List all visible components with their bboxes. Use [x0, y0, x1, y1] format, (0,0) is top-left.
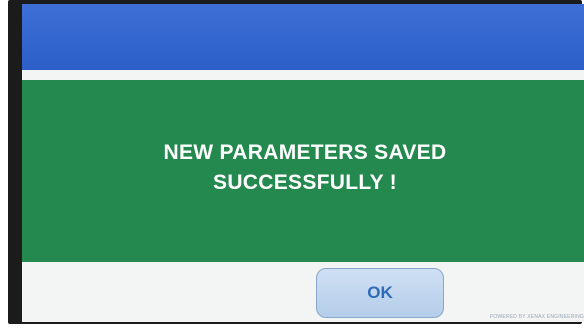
- message-panel: NEW PARAMETERS SAVED SUCCESSFULLY !: [22, 80, 584, 262]
- message-line-1: NEW PARAMETERS SAVED: [163, 141, 447, 164]
- message-text: NEW PARAMETERS SAVED SUCCESSFULLY !: [164, 138, 447, 198]
- header-bar: [22, 4, 584, 70]
- powered-by-label: POWERED BY XENAX ENGINEERING: [489, 314, 584, 320]
- screen-bezel: NEW PARAMETERS SAVED SUCCESSFULLY ! OK P…: [8, 0, 584, 324]
- message-line-2: SUCCESSFULLY !: [213, 171, 397, 194]
- photo-background: NEW PARAMETERS SAVED SUCCESSFULLY ! OK P…: [0, 0, 584, 330]
- touch-screen: NEW PARAMETERS SAVED SUCCESSFULLY ! OK P…: [22, 4, 584, 322]
- ok-button[interactable]: OK: [316, 268, 444, 318]
